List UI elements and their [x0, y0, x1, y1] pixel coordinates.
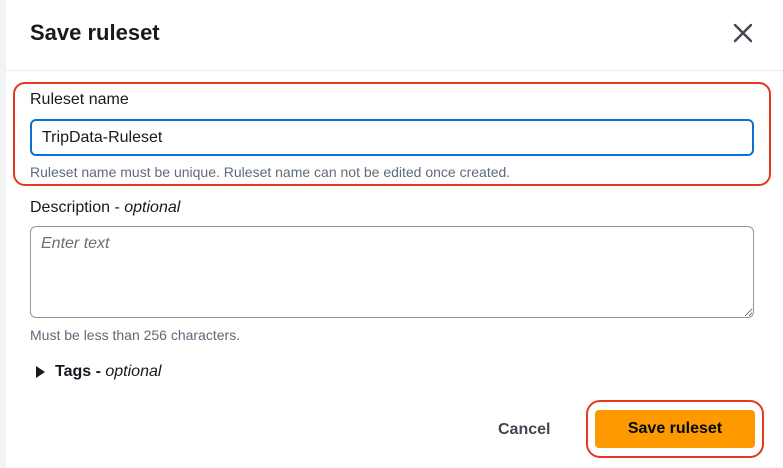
ruleset-name-label: Ruleset name: [30, 91, 129, 108]
description-label-text: Description: [30, 199, 111, 216]
caret-right-icon: [36, 366, 45, 378]
description-label-separator: -: [110, 199, 125, 216]
tags-expand-toggle[interactable]: Tags - optional: [36, 363, 161, 381]
close-icon: [730, 20, 756, 46]
ruleset-name-input[interactable]: [30, 119, 754, 156]
save-ruleset-button[interactable]: Save ruleset: [595, 410, 755, 448]
tags-optional-text: optional: [105, 363, 162, 380]
description-textarea[interactable]: [30, 226, 754, 318]
save-ruleset-modal: Save ruleset Ruleset name Ruleset name m…: [6, 0, 783, 468]
cancel-button[interactable]: Cancel: [486, 412, 562, 448]
tags-label: Tags - optional: [55, 363, 161, 381]
tags-label-separator: -: [91, 363, 106, 380]
modal-title: Save ruleset: [30, 20, 160, 45]
tags-label-text: Tags: [55, 363, 92, 380]
description-label: Description - optional: [30, 198, 180, 218]
description-optional-text: optional: [124, 199, 181, 216]
ruleset-name-hint: Ruleset name must be unique. Ruleset nam…: [30, 164, 511, 180]
close-button[interactable]: [730, 20, 756, 46]
description-hint: Must be less than 256 characters.: [30, 327, 241, 343]
modal-header: Save ruleset: [6, 0, 783, 71]
